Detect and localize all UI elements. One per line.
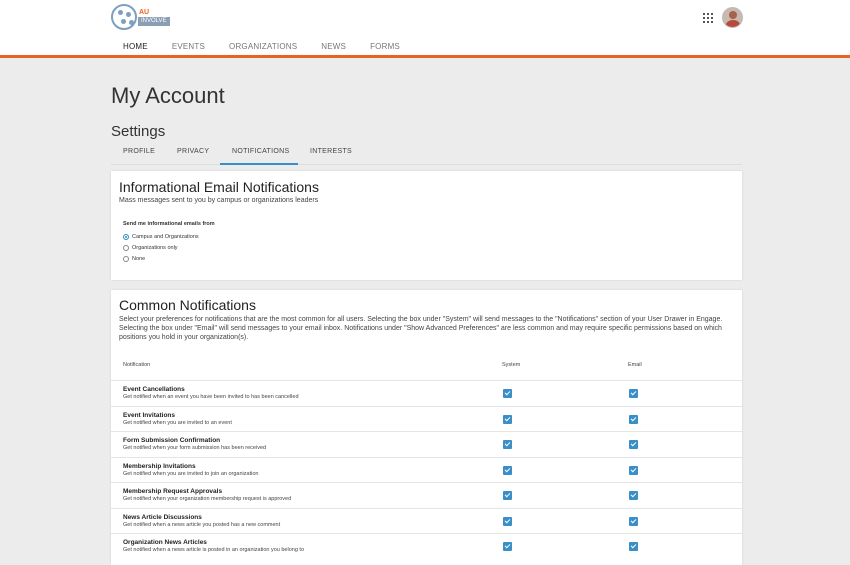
row-description: Get notified when a news article is post…: [123, 547, 305, 553]
table-row: Membership Invitations Get notified when…: [111, 456, 742, 483]
informational-subtitle: Mass messages sent to you by campus or o…: [119, 197, 319, 204]
common-notifications-card: Common Notifications Select your prefere…: [111, 290, 742, 565]
top-navbar: AU INVOLVE HOME EVENTS ORGANIZATIONS NEW…: [0, 0, 850, 58]
column-notification: Notification: [123, 362, 151, 368]
tab-interests[interactable]: INTERESTS: [298, 140, 364, 165]
table-row: Organization News Articles Get notified …: [111, 533, 742, 559]
radio-none[interactable]: [123, 256, 129, 262]
column-email: Email: [628, 362, 642, 368]
column-system: System: [502, 362, 521, 368]
table-row: Form Submission Confirmation Get notifie…: [111, 431, 742, 457]
row-title: Membership Request Approvals: [123, 488, 223, 495]
logo-top-text: AU: [139, 9, 150, 16]
tab-notifications[interactable]: NOTIFICATIONS: [220, 140, 298, 165]
system-checkbox[interactable]: [503, 542, 512, 551]
email-checkbox[interactable]: [629, 414, 638, 424]
email-checkbox[interactable]: [629, 465, 638, 475]
radio-campus[interactable]: [123, 234, 129, 240]
email-checkbox[interactable]: [629, 440, 638, 449]
radio-organizations-label: Organizations only: [132, 245, 178, 251]
nav-home[interactable]: HOME: [111, 38, 160, 58]
nav-news[interactable]: NEWS: [309, 38, 358, 58]
table-row: Event Cancellations Get notified when an…: [111, 380, 742, 406]
system-checkbox[interactable]: [503, 414, 512, 424]
row-title: News Article Discussions: [123, 513, 202, 521]
email-checkbox[interactable]: [629, 542, 638, 551]
radio-option-campus[interactable]: Campus and Organizations: [123, 234, 199, 240]
system-checkbox[interactable]: [503, 516, 512, 526]
system-checkbox[interactable]: [503, 465, 512, 475]
nav-forms[interactable]: FORMS: [358, 38, 412, 58]
informational-email-card: Informational Email Notifications Mass m…: [111, 171, 742, 280]
radio-campus-label: Campus and Organizations: [132, 234, 199, 240]
row-description: Get notified when your organization memb…: [123, 496, 292, 502]
table-row: Event Invitations Get notified when you …: [111, 405, 742, 432]
settings-title: Settings: [111, 123, 166, 140]
system-checkbox[interactable]: [503, 491, 512, 500]
tab-privacy[interactable]: PRIVACY: [165, 140, 220, 165]
common-title: Common Notifications: [119, 297, 256, 313]
row-description: Get notified when a news article you pos…: [123, 521, 281, 528]
email-checkbox[interactable]: [629, 516, 638, 526]
system-checkbox[interactable]: [503, 440, 512, 449]
row-description: Get notified when an event you have been…: [123, 394, 299, 400]
tab-profile[interactable]: PROFILE: [111, 140, 165, 165]
radio-organizations[interactable]: [123, 245, 129, 251]
page-title: My Account: [111, 83, 225, 108]
user-avatar[interactable]: [722, 7, 743, 28]
table-row: Membership Request Approvals Get notifie…: [111, 482, 742, 508]
row-title: Membership Invitations: [123, 462, 196, 470]
nav-events[interactable]: EVENTS: [160, 38, 217, 58]
radio-option-organizations[interactable]: Organizations only: [123, 245, 178, 251]
email-checkbox[interactable]: [629, 491, 638, 500]
row-description: Get notified when you are invited to joi…: [123, 470, 259, 477]
logo-bottom-text: INVOLVE: [138, 17, 170, 26]
main-nav: HOME EVENTS ORGANIZATIONS NEWS FORMS: [111, 38, 412, 58]
nav-organizations[interactable]: ORGANIZATIONS: [217, 38, 309, 58]
grid-apps-icon[interactable]: [703, 13, 713, 23]
common-description: Select your preferences for notification…: [119, 316, 723, 341]
settings-tabs: PROFILE PRIVACY NOTIFICATIONS INTERESTS: [111, 140, 742, 165]
radio-none-label: None: [132, 256, 146, 262]
au-involve-logo[interactable]: AU INVOLVE: [111, 4, 170, 30]
table-row: News Article Discussions Get notified wh…: [111, 507, 742, 534]
system-checkbox[interactable]: [503, 389, 512, 398]
row-title: Organization News Articles: [123, 539, 207, 546]
row-title: Event Cancellations: [123, 386, 185, 393]
globe-logo-icon: [111, 4, 137, 30]
row-title: Form Submission Confirmation: [123, 437, 221, 444]
radio-option-none[interactable]: None: [123, 256, 145, 262]
row-description: Get notified when you are invited to an …: [123, 419, 232, 426]
email-checkbox[interactable]: [629, 389, 638, 398]
informational-title: Informational Email Notifications: [119, 179, 319, 195]
row-description: Get notified when your form submission h…: [123, 445, 267, 451]
row-title: Event Invitations: [123, 411, 176, 419]
send-informational-label: Send me informational emails from: [123, 221, 215, 227]
